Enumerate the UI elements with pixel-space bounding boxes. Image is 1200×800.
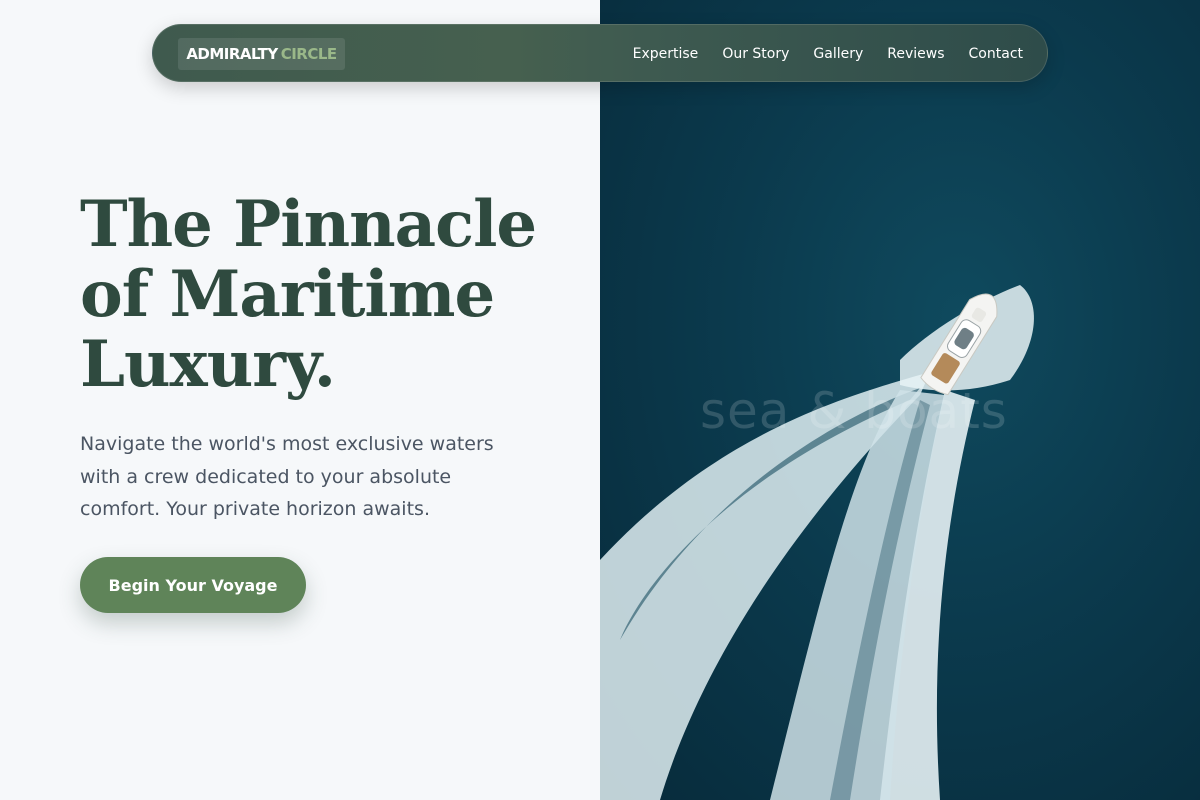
brand-name-secondary: CIRCLE: [280, 45, 337, 63]
hero-image: sea & boats: [600, 0, 1200, 800]
hero-title: The Pinnacle of Maritime Luxury.: [80, 190, 580, 400]
nav-link-contact[interactable]: Contact: [969, 46, 1023, 62]
nav-links: Expertise Our Story Gallery Reviews Cont…: [633, 25, 1023, 83]
brand-name-primary: ADMIRALTY: [186, 45, 278, 63]
nav-link-gallery[interactable]: Gallery: [813, 46, 863, 62]
hero-panel: The Pinnacle of Maritime Luxury. Navigat…: [0, 0, 600, 800]
brand-logo[interactable]: ADMIRALTY CIRCLE: [178, 38, 345, 70]
hero-title-line: of Maritime: [80, 257, 495, 332]
top-navbar: ADMIRALTY CIRCLE Expertise Our Story Gal…: [152, 24, 1048, 82]
hero-title-line: The Pinnacle: [80, 187, 537, 262]
image-watermark-text: sea & boats: [700, 382, 1008, 440]
hero-title-line: Luxury.: [80, 327, 336, 402]
nav-link-reviews[interactable]: Reviews: [887, 46, 944, 62]
hero-subtitle: Navigate the world's most exclusive wate…: [80, 433, 494, 520]
nav-link-expertise[interactable]: Expertise: [633, 46, 699, 62]
nav-link-our-story[interactable]: Our Story: [722, 46, 789, 62]
begin-voyage-button[interactable]: Begin Your Voyage: [80, 557, 306, 613]
